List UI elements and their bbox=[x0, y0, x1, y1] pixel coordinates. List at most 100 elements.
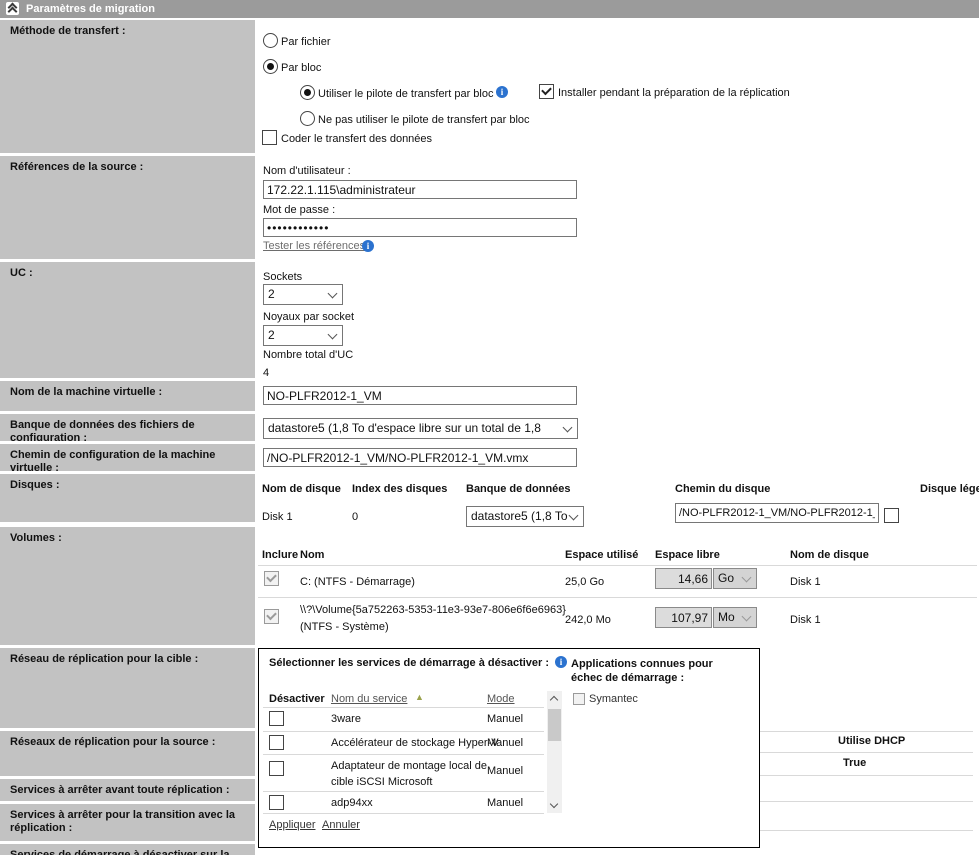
sidebar-label-volumes: Volumes : bbox=[0, 527, 255, 645]
disks-header-name: Nom de disque bbox=[262, 483, 341, 495]
disks-header-index: Index des disques bbox=[352, 483, 447, 495]
divider bbox=[263, 754, 544, 755]
service-name: 3ware bbox=[331, 713, 361, 725]
username-label: Nom d'utilisateur : bbox=[263, 165, 351, 177]
sort-ascending-icon: ▲ bbox=[415, 692, 424, 702]
sockets-label: Sockets bbox=[263, 271, 302, 283]
disk-datastore-select[interactable]: datastore5 (1,8 To bbox=[466, 506, 584, 527]
checkbox-install-during-prep[interactable] bbox=[539, 84, 554, 99]
volume-row-disk: Disk 1 bbox=[790, 576, 821, 588]
volume-unit-select: Mo bbox=[713, 607, 757, 628]
services-col-name-sort[interactable]: Nom du service bbox=[331, 693, 407, 705]
disk-datastore-value: datastore5 (1,8 To bbox=[471, 509, 568, 523]
checkbox-thin-disk[interactable] bbox=[884, 508, 899, 523]
volume-free-input bbox=[655, 607, 712, 628]
divider bbox=[263, 707, 544, 708]
page-title: Paramètres de migration bbox=[26, 3, 155, 15]
volume-unit-value: Go bbox=[718, 571, 734, 585]
volume-row-used: 242,0 Mo bbox=[565, 614, 611, 626]
sidebar-label-config-datastore: Banque de données des fichiers de config… bbox=[0, 414, 255, 441]
radio-par-fichier-label: Par fichier bbox=[281, 36, 331, 48]
checkbox-encrypt-transfer-label: Coder le transfert des données bbox=[281, 133, 432, 145]
chevron-down-icon bbox=[328, 329, 338, 339]
volume-unit-value: Mo bbox=[718, 610, 735, 624]
volume-free-input bbox=[655, 568, 712, 589]
chevron-down-icon bbox=[569, 510, 579, 520]
radio-use-block-driver-label: Utiliser le pilote de transfert par bloc bbox=[318, 88, 493, 100]
service-name: adp94xx bbox=[331, 797, 373, 809]
password-input[interactable] bbox=[263, 218, 577, 237]
chevron-down-icon bbox=[742, 572, 752, 582]
config-datastore-select[interactable]: datastore5 (1,8 To d'espace libre sur un… bbox=[263, 418, 578, 439]
disks-header-datastore: Banque de données bbox=[466, 483, 571, 495]
cores-label: Noyaux par socket bbox=[263, 311, 354, 323]
username-input[interactable] bbox=[263, 180, 577, 199]
cores-select-value: 2 bbox=[268, 328, 275, 342]
divider bbox=[258, 597, 977, 598]
info-icon-block-driver[interactable]: i bbox=[496, 86, 508, 98]
checkbox-symantec-label: Symantec bbox=[589, 693, 638, 705]
info-icon-test-credentials[interactable]: i bbox=[362, 240, 374, 252]
radio-use-block-driver[interactable] bbox=[300, 85, 315, 100]
sidebar-label-config-path: Chemin de configuration de la machine vi… bbox=[0, 444, 255, 471]
section-header-bar: Paramètres de migration bbox=[0, 0, 979, 18]
sidebar-label-services-cutover: Services à arrêter pour la transition av… bbox=[0, 804, 255, 841]
collapse-icon[interactable] bbox=[6, 2, 19, 15]
volume-row-name: C: (NTFS - Démarrage) bbox=[300, 576, 415, 588]
chevron-down-icon bbox=[742, 611, 752, 621]
scroll-down-icon[interactable] bbox=[547, 798, 562, 813]
sidebar-label-target-network: Réseau de réplication pour la cible : bbox=[0, 648, 255, 728]
checkbox-install-during-prep-label: Installer pendant la préparation de la r… bbox=[558, 87, 790, 99]
password-label: Mot de passe : bbox=[263, 204, 335, 216]
dhcp-value: True bbox=[843, 757, 866, 769]
info-icon-services[interactable]: i bbox=[555, 656, 567, 668]
checkbox-service-adp94xx[interactable] bbox=[269, 795, 284, 810]
volume-row-disk: Disk 1 bbox=[790, 614, 821, 626]
divider bbox=[258, 565, 977, 566]
scroll-up-icon[interactable] bbox=[547, 691, 562, 706]
services-scrollbar[interactable] bbox=[547, 691, 562, 813]
radio-par-bloc[interactable] bbox=[263, 59, 278, 74]
disks-header-path: Chemin du disque bbox=[675, 483, 770, 495]
sidebar-label-boot-services: Services de démarrage à désactiver sur l… bbox=[0, 844, 255, 855]
volumes-header-free: Espace libre bbox=[655, 549, 720, 561]
dhcp-column-header: Utilise DHCP bbox=[838, 735, 905, 747]
config-datastore-value: datastore5 (1,8 To d'espace libre sur un… bbox=[268, 421, 541, 435]
checkbox-service-hyperv[interactable] bbox=[269, 735, 284, 750]
volumes-header-used: Espace utilisé bbox=[565, 549, 638, 561]
cancel-button[interactable]: Annuler bbox=[322, 819, 360, 831]
checkbox-service-iscsi[interactable] bbox=[269, 761, 284, 776]
checkbox-encrypt-transfer[interactable] bbox=[262, 130, 277, 145]
volume-unit-select: Go bbox=[713, 568, 757, 589]
checkbox-service-3ware[interactable] bbox=[269, 711, 284, 726]
total-cpu-value: 4 bbox=[263, 367, 269, 379]
chevron-down-icon bbox=[328, 288, 338, 298]
vm-name-input[interactable] bbox=[263, 386, 577, 405]
cores-select[interactable]: 2 bbox=[263, 325, 343, 346]
radio-par-fichier[interactable] bbox=[263, 33, 278, 48]
sockets-select-value: 2 bbox=[268, 287, 275, 301]
divider bbox=[263, 731, 544, 732]
apply-button[interactable]: Appliquer bbox=[269, 819, 315, 831]
radio-no-block-driver[interactable] bbox=[300, 111, 315, 126]
config-path-input[interactable] bbox=[263, 448, 577, 467]
sidebar-label-cpu: UC : bbox=[0, 262, 255, 378]
sidebar-label-disks: Disques : bbox=[0, 474, 255, 522]
volume-row-used: 25,0 Go bbox=[565, 576, 604, 588]
known-apps-title: Applications connues pour échec de démar… bbox=[571, 657, 736, 685]
checkbox-include-volume-system bbox=[264, 609, 279, 624]
disk-path-input[interactable] bbox=[675, 503, 879, 523]
scrollbar-thumb[interactable] bbox=[548, 709, 561, 741]
sockets-select[interactable]: 2 bbox=[263, 284, 343, 305]
test-credentials-link[interactable]: Tester les références bbox=[263, 240, 365, 252]
services-col-mode-sort[interactable]: Mode bbox=[487, 693, 515, 705]
checkbox-symantec bbox=[573, 693, 585, 705]
sidebar-label-vm-name: Nom de la machine virtuelle : bbox=[0, 381, 255, 411]
checkbox-include-volume-c bbox=[264, 571, 279, 586]
total-cpu-label: Nombre total d'UC bbox=[263, 349, 353, 361]
sidebar-label-services-stop: Services à arrêter avant toute réplicati… bbox=[0, 779, 255, 801]
chevron-down-icon bbox=[563, 422, 573, 432]
service-mode: Manuel bbox=[487, 737, 523, 749]
volumes-header-include: Inclure bbox=[262, 549, 298, 561]
radio-par-bloc-label: Par bloc bbox=[281, 62, 321, 74]
